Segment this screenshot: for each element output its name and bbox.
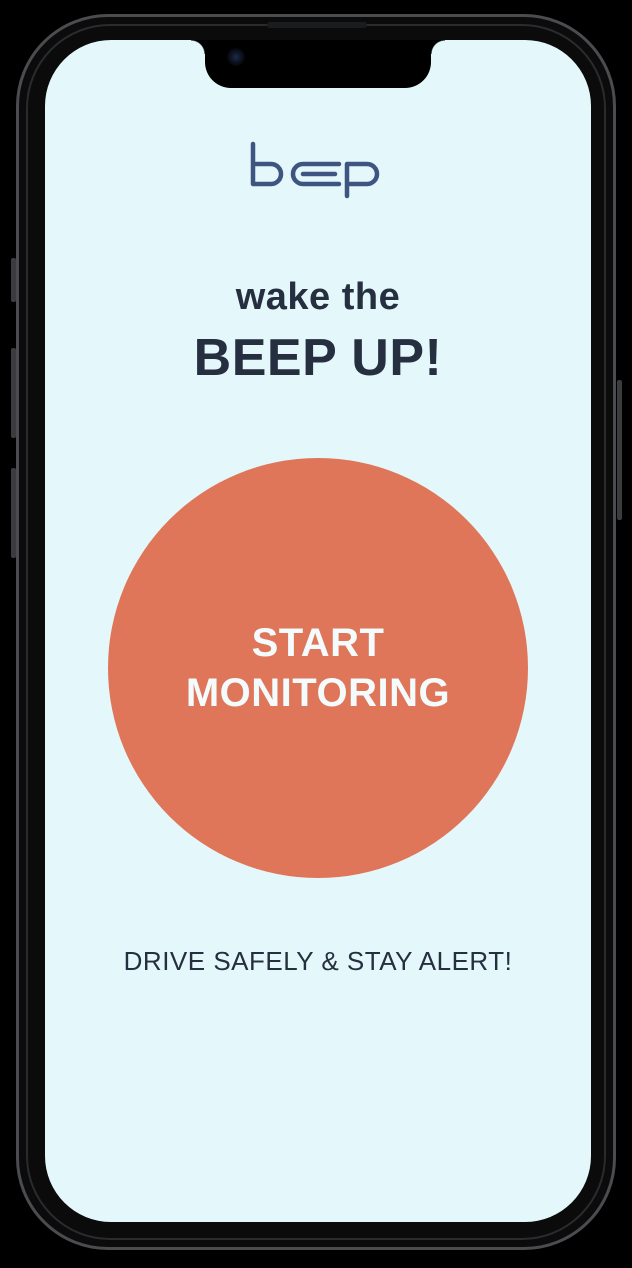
notch	[191, 40, 445, 88]
start-monitoring-button[interactable]: START MONITORING	[108, 458, 528, 878]
front-camera-icon	[227, 48, 245, 66]
app-screen: wake the BEEP UP! START MONITORING DRIVE…	[45, 40, 591, 1222]
side-button-mute	[11, 258, 16, 302]
side-button-volume-up	[11, 348, 16, 438]
start-button-line-1: START	[251, 621, 385, 665]
side-button-power	[617, 380, 622, 520]
bep-logo	[250, 141, 380, 199]
hero-line-1: wake the	[235, 276, 401, 318]
side-button-volume-down	[11, 468, 16, 558]
tagline: DRIVE SAFELY & STAY ALERT!	[123, 946, 513, 976]
start-button-line-2: MONITORING	[185, 671, 451, 715]
speaker-grille	[267, 22, 367, 28]
phone-frame: wake the BEEP UP! START MONITORING DRIVE…	[0, 0, 632, 1268]
hero-line-2: BEEP UP!	[193, 329, 443, 387]
